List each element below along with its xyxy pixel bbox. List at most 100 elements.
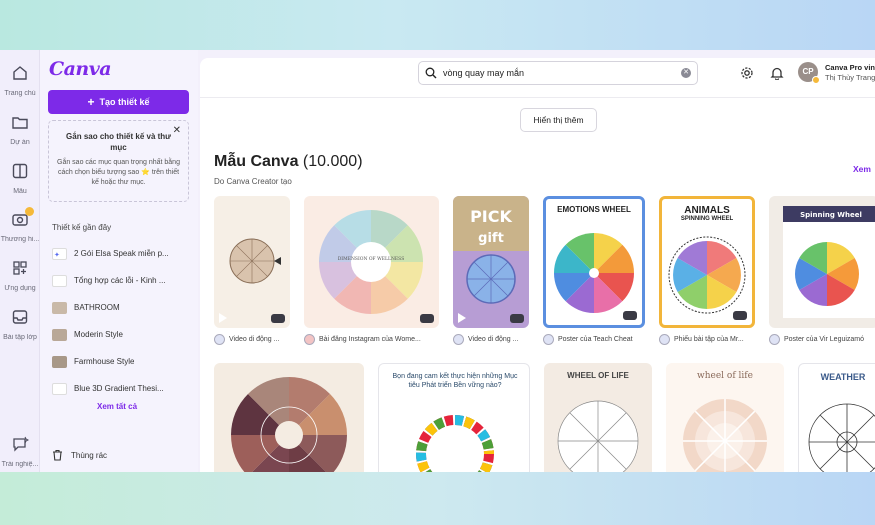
folder-icon [12, 117, 28, 129]
card-caption: Poster của Teach Cheat [543, 334, 633, 345]
creator-avatar-icon [769, 334, 780, 345]
create-design-label: Tạo thiết kế [99, 97, 150, 107]
template-card[interactable]: EMOTIONS WHEEL [543, 196, 645, 328]
design-thumbnail [52, 301, 67, 314]
wheel-of-life-title: WHEEL OF LIFE [567, 371, 629, 380]
card-caption-text: Video di động ... [468, 336, 519, 343]
show-more-button[interactable]: Hiển thị thêm [520, 108, 597, 132]
design-thumbnail [52, 355, 67, 368]
trash-icon [53, 449, 62, 461]
template-card[interactable]: PICK gift [453, 196, 529, 328]
recent-designs-list: ✦ 2 Gói Elsa Speak miễn p... Tổng hợp cá… [52, 240, 192, 402]
recent-item-label: 2 Gói Elsa Speak miễn p... [74, 249, 169, 258]
template-icon [12, 163, 28, 179]
card-caption: Bài đăng Instagram của Wome... [304, 334, 421, 345]
template-card[interactable]: Spinning Wheel [769, 196, 875, 328]
rail-label-templates: Mẫu [13, 188, 27, 195]
rail-item-dream-lab[interactable]: Trải nghiệ... [0, 435, 40, 468]
recent-designs-heading: Thiết kế gần đây [52, 223, 112, 232]
template-card[interactable]: DIMENSION OF WELLNESS [304, 196, 439, 328]
card-caption: Phiếu bài tập của Mr... [659, 334, 744, 345]
pick-text: PICK [470, 207, 512, 226]
template-card[interactable]: Bọn đang cam kết thực hiện những Mục tiê… [378, 363, 530, 472]
rail-label-classwork: Bài tập lớp [3, 334, 37, 341]
elsa-logo-icon: ✦ [54, 251, 60, 259]
account-info[interactable]: Canva Pro vin Thị Thùy Trang [825, 63, 875, 83]
creator-avatar-icon [214, 334, 225, 345]
section-title-text: Mẫu Canva [214, 153, 299, 170]
card-caption-text: Poster của Teach Cheat [558, 336, 633, 343]
rail-label-apps: Ứng dụng [4, 285, 36, 292]
create-design-button[interactable]: + Tạo thiết kế [48, 90, 189, 114]
star-tip-title: Gắn sao cho thiết kế và thư mục [66, 132, 171, 152]
canva-logo[interactable]: Canva [49, 58, 112, 80]
see-all-link[interactable]: Xem tất cả [97, 402, 137, 411]
star-tip-body: Gắn sao các mục quan trọng nhất bằng các… [57, 159, 180, 186]
rail-item-templates[interactable]: Mẫu [0, 162, 40, 195]
premium-tag-icon [271, 314, 285, 323]
bell-icon[interactable] [770, 66, 784, 80]
design-thumbnail [52, 382, 67, 395]
plus-icon: + [87, 95, 95, 109]
wellness-wheel-thumbnail: DIMENSION OF WELLNESS [318, 209, 424, 315]
card-title: EMOTIONS WHEEL [557, 205, 631, 214]
rail-item-home[interactable]: Trang chủ [0, 64, 40, 97]
weather-title: WEATHER [820, 372, 866, 382]
top-bar: vòng quay may mắn ✕ CP Canva Pro vin Thị… [200, 58, 875, 98]
template-card[interactable] [214, 363, 364, 472]
apps-icon [13, 261, 27, 275]
see-more-link[interactable]: Xem [853, 164, 871, 174]
premium-tag-icon [733, 311, 747, 320]
emotions-wheel-thumbnail [554, 232, 634, 313]
rail-label-brand: Thương hi... [0, 236, 40, 243]
premium-tag-icon [623, 311, 637, 320]
premium-tag-icon [510, 314, 524, 323]
avatar[interactable]: CP [798, 62, 820, 84]
recent-item[interactable]: ✦ 2 Gói Elsa Speak miễn p... [52, 240, 192, 267]
sdg-card-title: Bọn đang cam kết thực hiện những Mục tiê… [392, 373, 518, 389]
design-thumbnail: ✦ [52, 247, 67, 260]
creator-avatar-icon [659, 334, 670, 345]
trash-item[interactable]: Thùng rác [52, 449, 107, 461]
template-card[interactable]: WHEEL OF LIFE [544, 363, 652, 472]
account-subtitle: Thị Thùy Trang [825, 73, 875, 82]
rail-label-projects: Dự án [10, 139, 30, 146]
template-card[interactable]: wheel of life [666, 363, 784, 472]
rail-item-classwork[interactable]: Bài tập lớp [0, 308, 40, 341]
template-card[interactable] [214, 196, 290, 328]
rail-item-brand[interactable]: Thương hi... [0, 207, 40, 243]
recent-item[interactable]: Moderin Style [52, 321, 192, 348]
recent-item[interactable]: BATHROOM [52, 294, 192, 321]
wheel-of-life-brown-thumbnail [231, 377, 347, 472]
creator-avatar-icon [304, 334, 315, 345]
card-title: ANIMALS [684, 205, 730, 216]
rail-item-apps[interactable]: Ứng dụng [0, 259, 40, 292]
classwork-icon [12, 310, 28, 324]
section-count: (10.000) [302, 153, 363, 170]
svg-text:✦: ✦ [54, 251, 60, 259]
search-input[interactable]: vòng quay may mắn [443, 68, 524, 78]
premium-tag-icon [420, 314, 434, 323]
background-bottom [0, 472, 875, 525]
play-icon [219, 313, 227, 323]
recent-item[interactable]: Tổng hợp các lỗi - Kinh ... [52, 267, 192, 294]
rail-item-projects[interactable]: Dự án [0, 113, 40, 146]
gear-icon[interactable] [740, 66, 754, 80]
close-icon[interactable]: ✕ [173, 125, 181, 136]
template-card[interactable]: ANIMALS SPINNING WHEEL [659, 196, 755, 328]
template-card[interactable]: WEATHER [798, 363, 875, 472]
search-bar[interactable]: vòng quay may mắn ✕ [418, 61, 698, 85]
dream-lab-icon [13, 436, 30, 452]
recent-item[interactable]: Blue 3D Gradient Thesi... [52, 375, 192, 402]
search-icon [425, 67, 437, 79]
wellness-center-text: DIMENSION OF WELLNESS [338, 256, 405, 262]
rail-label-dream-lab: Trải nghiệ... [1, 461, 39, 468]
recent-item-label: Tổng hợp các lỗi - Kinh ... [74, 276, 166, 285]
main-content: vòng quay may mắn ✕ CP Canva Pro vin Thị… [200, 58, 875, 472]
crown-badge [25, 207, 34, 216]
recent-item[interactable]: Farmhouse Style [52, 348, 192, 375]
creator-avatar-icon [453, 334, 464, 345]
crown-badge [812, 76, 820, 84]
clear-search-icon[interactable]: ✕ [681, 68, 691, 78]
avatar-initials: CP [802, 67, 814, 76]
